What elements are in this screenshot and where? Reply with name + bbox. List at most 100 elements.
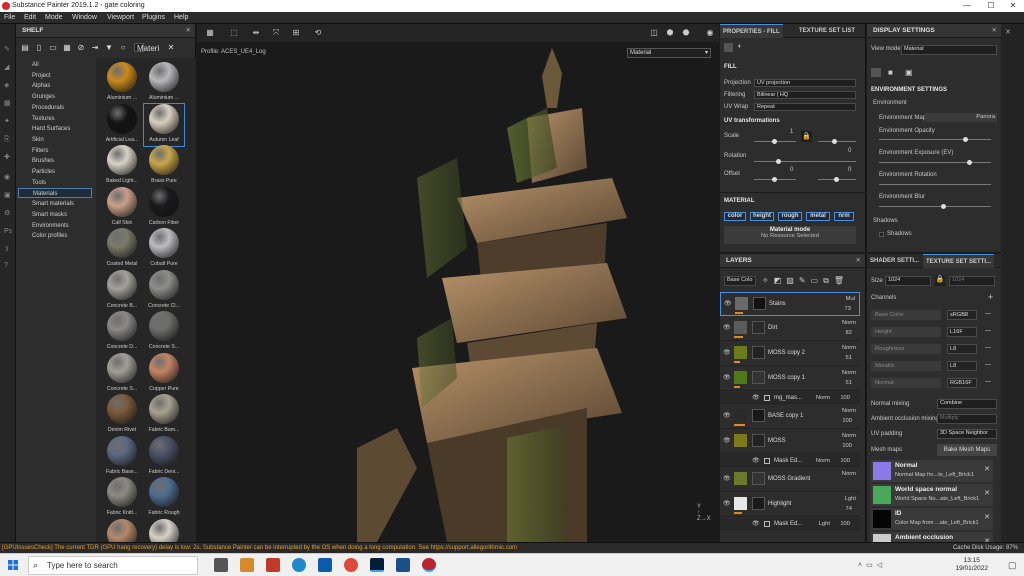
shelf-search-input[interactable]: Materi bbox=[134, 43, 159, 53]
layer-blend-mode[interactable]: Norm bbox=[842, 320, 856, 326]
layer-opacity[interactable]: 100 bbox=[840, 458, 850, 464]
layer-row[interactable]: 👁 Highlight Lght 74 bbox=[720, 493, 860, 517]
menu-file[interactable]: File bbox=[4, 14, 15, 21]
layer-blend-mode[interactable]: Norm bbox=[842, 433, 856, 439]
visibility-eye-icon[interactable]: 👁 bbox=[724, 301, 732, 307]
category-alphas[interactable]: Alphas bbox=[18, 81, 92, 91]
layer-opacity[interactable]: 74 bbox=[846, 506, 852, 512]
reset-filter-icon[interactable]: ○ bbox=[118, 43, 128, 52]
material-thumbnail[interactable]: Carbon Fiber bbox=[144, 186, 184, 229]
env-rotation-slider[interactable] bbox=[879, 184, 991, 185]
scale-slider-handle[interactable] bbox=[772, 139, 777, 144]
channel-format-select[interactable]: L8 bbox=[947, 361, 977, 371]
scale-slider-2[interactable] bbox=[818, 141, 856, 142]
file-explorer-icon[interactable] bbox=[240, 558, 254, 572]
material-mode-box[interactable]: Material mode No Resource Selected bbox=[724, 226, 856, 244]
category-color-profiles[interactable]: Color profiles bbox=[18, 231, 92, 241]
material-thumbnail[interactable]: Concrete B... bbox=[102, 269, 142, 312]
polygon-fill-icon[interactable]: ▦ bbox=[4, 100, 12, 108]
add-layer-icon[interactable]: ✎ bbox=[799, 276, 811, 285]
layer-blend-mode[interactable]: Mul bbox=[846, 296, 855, 302]
visibility-eye-icon[interactable]: 👁 bbox=[723, 350, 731, 356]
category-all[interactable]: All bbox=[18, 60, 92, 70]
category-brushes[interactable]: Brushes bbox=[18, 156, 92, 166]
close-button[interactable]: ✕ bbox=[1002, 0, 1024, 12]
shadows-checkbox[interactable] bbox=[879, 232, 884, 237]
scale-slider-2-handle[interactable] bbox=[832, 139, 837, 144]
tab-properties-fill[interactable]: PROPERTIES - FILL bbox=[720, 24, 783, 38]
layer-channel-select[interactable]: Base Colo bbox=[724, 276, 756, 286]
channel-nrm-button[interactable]: nrm bbox=[834, 212, 854, 221]
grid-icon[interactable]: ▦ bbox=[62, 43, 72, 52]
taskbar-search-input[interactable]: Type here to search bbox=[28, 556, 198, 575]
channel-height-button[interactable]: height bbox=[750, 212, 774, 221]
category-grunges[interactable]: Grunges bbox=[18, 92, 92, 102]
bake-mesh-maps-button[interactable]: Bake Mesh Maps bbox=[937, 444, 997, 456]
remove-channel-icon[interactable]: — bbox=[985, 362, 991, 368]
add-folder-icon[interactable]: ▭ bbox=[811, 276, 824, 285]
add-channel-icon[interactable]: + bbox=[988, 292, 993, 302]
tab-texture-set-list[interactable]: TEXTURE SET LIST bbox=[796, 24, 858, 38]
material-thumbnail[interactable]: Aluminium ... bbox=[144, 62, 184, 104]
menu-help[interactable]: Help bbox=[174, 14, 188, 21]
menu-window[interactable]: Window bbox=[72, 14, 97, 21]
layer-mask-row[interactable]: 👁 Mask Ed... Norm 100 bbox=[720, 455, 860, 467]
camera-icon[interactable]: ◉ bbox=[4, 174, 12, 182]
layer-blend-mode[interactable]: Lght bbox=[845, 496, 856, 502]
category-materials[interactable]: Materials bbox=[18, 188, 92, 199]
material-thumbnail[interactable]: Cobalt Pure bbox=[144, 228, 184, 270]
offset-slider-2-handle[interactable] bbox=[834, 177, 839, 182]
reset-camera-icon[interactable]: ⟲ bbox=[313, 28, 323, 38]
view-2d-icon[interactable]: ◫ bbox=[649, 28, 659, 38]
visibility-eye-icon[interactable]: 👁 bbox=[723, 413, 731, 419]
env-opacity-slider[interactable] bbox=[879, 139, 991, 140]
category-procedurals[interactable]: Procedurals bbox=[18, 103, 92, 113]
close-icon[interactable]: ✕ bbox=[856, 254, 861, 268]
rotation-slider[interactable] bbox=[754, 161, 856, 162]
env-opacity-slider-handle[interactable] bbox=[963, 137, 968, 142]
category-smart-materials[interactable]: Smart materials bbox=[18, 199, 92, 209]
menu-mode[interactable]: Mode bbox=[45, 14, 63, 21]
visibility-eye-icon[interactable]: 👁 bbox=[752, 521, 760, 527]
add-icon[interactable]: ⊞ bbox=[291, 28, 301, 38]
category-textures[interactable]: Textures bbox=[18, 114, 92, 124]
channel-format-select[interactable]: RGB16F bbox=[947, 378, 977, 388]
layer-row[interactable]: 👁 BASE copy 1 Norm 100 bbox=[720, 405, 860, 429]
filter-icon[interactable]: ▼ bbox=[104, 43, 114, 52]
projection-select[interactable]: UV projection bbox=[754, 79, 856, 87]
size-select[interactable]: 1024 bbox=[885, 276, 931, 286]
delete-icon[interactable]: 🗑 bbox=[834, 276, 849, 285]
layer-opacity[interactable]: 73 bbox=[845, 306, 851, 312]
visibility-eye-icon[interactable]: 👁 bbox=[723, 438, 731, 444]
size-lock-icon[interactable]: 🔒 bbox=[935, 275, 945, 286]
eraser-icon[interactable]: ◢ bbox=[4, 64, 12, 72]
layer-blend-mode[interactable]: Norm bbox=[842, 345, 856, 351]
material-thumbnail[interactable]: Fabric Bam... bbox=[144, 394, 184, 436]
menu-plugins[interactable]: Plugins bbox=[142, 14, 165, 21]
import-icon[interactable]: ⇥ bbox=[90, 43, 100, 52]
channel-format-select[interactable]: sRGB8 bbox=[947, 310, 977, 320]
chrome-icon[interactable] bbox=[344, 558, 358, 572]
close-icon[interactable]: ✕ bbox=[186, 24, 191, 38]
remove-map-icon[interactable]: ✕ bbox=[984, 465, 990, 473]
folder-icon[interactable]: ▭ bbox=[48, 43, 58, 52]
add-fill-layer-icon[interactable]: ▨ bbox=[786, 276, 799, 285]
export-icon[interactable]: ⇪ bbox=[4, 246, 12, 254]
material-thumbnail[interactable]: Concrete S... bbox=[144, 311, 184, 353]
smudge-icon[interactable]: ✦ bbox=[4, 118, 12, 126]
layer-row[interactable]: 👁 MOSS copy 2 Norm 51 bbox=[720, 342, 860, 366]
remove-map-icon[interactable]: ✕ bbox=[984, 489, 990, 497]
visibility-eye-icon[interactable]: 👁 bbox=[723, 501, 731, 507]
settings-icon[interactable]: ⚙ bbox=[4, 210, 12, 218]
layout-grid-icon[interactable]: ▦ bbox=[205, 28, 215, 38]
lock-icon[interactable]: 🔒 bbox=[801, 131, 812, 142]
remove-channel-icon[interactable]: — bbox=[985, 345, 991, 351]
category-hard-surfaces[interactable]: Hard Surfaces bbox=[18, 124, 92, 134]
category-project[interactable]: Project bbox=[18, 71, 92, 81]
visibility-eye-icon[interactable]: 👁 bbox=[723, 325, 731, 331]
mesh-map-item[interactable]: Ambient occlusion ✕ bbox=[871, 532, 993, 542]
remove-channel-icon[interactable]: — bbox=[985, 379, 991, 385]
env-map-select[interactable]: Panora bbox=[925, 113, 997, 122]
close-search-icon[interactable]: ✕ bbox=[166, 43, 176, 52]
layer-blend-mode[interactable]: Norm bbox=[842, 370, 856, 376]
